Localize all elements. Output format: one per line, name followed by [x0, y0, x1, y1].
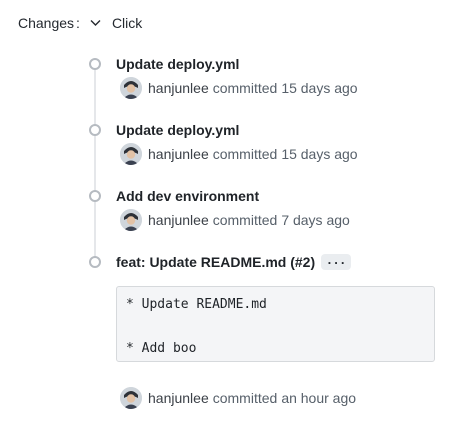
changes-toolbar: Changes : Click — [18, 12, 142, 34]
commit-meta: hanjunlee committed 15 days ago — [120, 143, 358, 165]
commit-message-box: * Update README.md * Add boo — [116, 286, 435, 362]
commit-title-text[interactable]: Add dev environment — [116, 188, 259, 204]
chevron-down-icon[interactable] — [90, 17, 102, 29]
changes-label: Changes — [18, 15, 75, 31]
commit-author[interactable]: hanjunlee — [148, 146, 209, 162]
timeline-line — [94, 62, 96, 262]
expand-message-button[interactable]: ... — [321, 254, 352, 270]
commit-title[interactable]: Update deploy.yml — [116, 56, 239, 72]
commit-meta: hanjunlee committed 15 days ago — [120, 77, 358, 99]
changes-mode-select[interactable]: Click — [112, 15, 142, 31]
commit-title-text[interactable]: feat: Update README.md (#2) — [116, 254, 315, 270]
avatar[interactable] — [120, 209, 142, 231]
commit-meta: hanjunlee committed an hour ago — [120, 387, 356, 409]
commit-time: 7 days ago — [281, 212, 350, 228]
commit-message-line: * Add boo — [126, 341, 197, 356]
avatar[interactable] — [120, 77, 142, 99]
commit-meta: hanjunlee committed 7 days ago — [120, 209, 350, 231]
changes-separator: : — [76, 15, 80, 31]
commit-title[interactable]: Update deploy.yml — [116, 122, 239, 138]
commit-title-text[interactable]: Update deploy.yml — [116, 122, 239, 138]
avatar[interactable] — [120, 143, 142, 165]
commit-title-text[interactable]: Update deploy.yml — [116, 56, 239, 72]
commit-dot-icon — [89, 124, 101, 136]
commit-title[interactable]: Add dev environment — [116, 188, 259, 204]
commit-time: 15 days ago — [281, 146, 358, 162]
commit-author[interactable]: hanjunlee — [148, 212, 209, 228]
commit-action: committed — [212, 80, 278, 96]
commit-message-line: * Update README.md — [126, 297, 267, 312]
commit-author[interactable]: hanjunlee — [148, 390, 209, 406]
commit-history-panel: Changes : Click Update deploy.yml hanjun… — [0, 0, 475, 439]
commit-author[interactable]: hanjunlee — [148, 80, 209, 96]
commit-time: 15 days ago — [281, 80, 358, 96]
commit-action: committed — [212, 146, 278, 162]
commit-dot-icon — [89, 190, 101, 202]
commit-dot-icon — [89, 256, 101, 268]
commit-time: an hour ago — [281, 390, 357, 406]
commit-title[interactable]: feat: Update README.md (#2) ... — [116, 254, 352, 270]
avatar[interactable] — [120, 387, 142, 409]
commit-action: committed — [212, 212, 278, 228]
commit-action: committed — [212, 390, 278, 406]
commit-dot-icon — [89, 58, 101, 70]
